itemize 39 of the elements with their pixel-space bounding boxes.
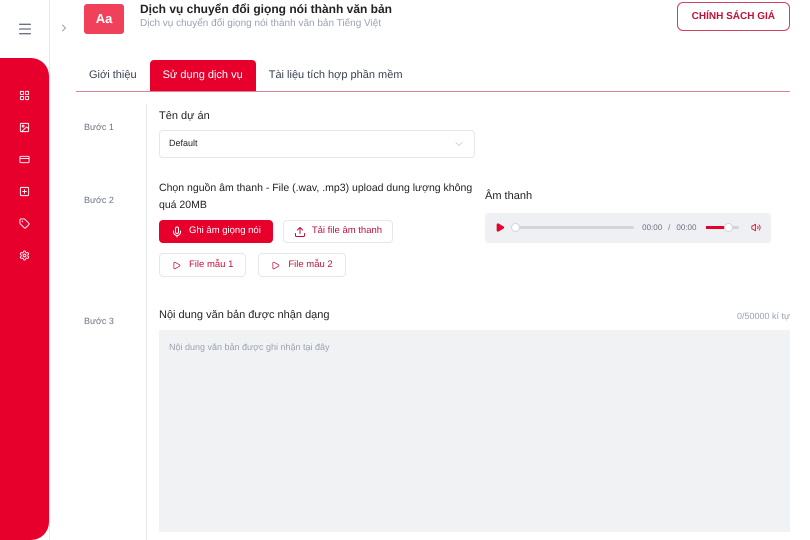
volume-icon[interactable] [751,222,762,233]
sample-file-button[interactable]: File mẫu 1 [159,253,246,277]
gear-icon[interactable] [19,250,30,261]
page-subtitle: Dịch vụ chuyển đổi giọng nói thành văn bản Tiếng Việt [140,16,382,31]
volume-slider[interactable] [706,223,740,232]
card-icon[interactable] [19,154,30,165]
field-label: Tên dự án [159,108,211,124]
play-icon[interactable] [495,222,505,233]
play-icon [172,260,181,270]
upload-button[interactable]: Tải file âm thanh [282,220,394,243]
step-label: Bước 1 [84,120,115,134]
page-title: Dịch vụ chuyển đổi giọng nói thành văn bản [140,2,392,16]
progress-slider[interactable] [510,223,634,232]
step-label: Bước 2 [84,194,115,207]
tag-icon[interactable] [19,218,30,229]
total-time: 00:00 [676,222,696,234]
logo-text: Aa [96,10,112,28]
microphone-icon [171,226,183,238]
menu-icon[interactable] [16,21,32,37]
play-icon [271,260,280,270]
transcript-field[interactable]: Nội dung văn bản được ghi nhận tại đây [159,330,790,532]
tab[interactable]: Giới thiệu [76,60,150,90]
pricing-button[interactable]: CHÍNH SÁCH GIÁ [676,2,790,31]
tab[interactable]: Sử dụng dịch vụ [150,60,256,90]
step-label: Bước 3 [84,314,115,328]
image-icon[interactable] [19,122,30,133]
character-counter: 0/50000 kí tự [736,310,790,323]
sample-file-button[interactable]: File mẫu 2 [258,253,346,277]
tab[interactable]: Tài liệu tích hợp phần mềm [256,60,416,90]
record-button[interactable]: Ghi âm giọng nói [159,220,273,243]
field-label: Nội dung văn bản được nhận dạng [159,308,330,323]
audio-label: Âm thanh [485,188,534,204]
project-select[interactable]: Default [159,130,475,158]
time-separator: / [668,222,670,234]
field-label: Chọn nguồn âm thanh - File (.wav, .mp3) upload dung lượng không quá 20MB [159,181,474,213]
plus-icon[interactable] [19,186,30,197]
grid-icon[interactable] [19,90,30,101]
current-time: 00:00 [642,222,662,234]
upload-icon [294,226,306,238]
